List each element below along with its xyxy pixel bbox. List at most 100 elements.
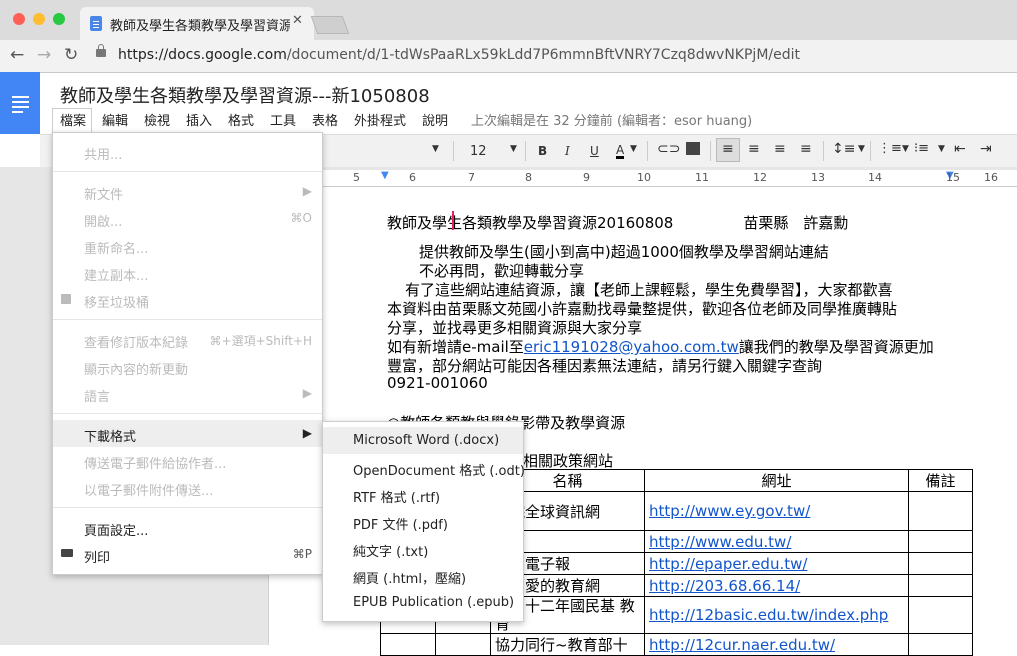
font-dropdown-icon[interactable]: ▼	[432, 144, 439, 154]
menu-insert[interactable]: 插入	[186, 110, 212, 129]
bold-icon[interactable]: B	[538, 144, 547, 158]
menu-file[interactable]: 檔案	[60, 110, 86, 129]
ruler-tick: 7	[468, 171, 475, 184]
docs-favicon-icon	[90, 16, 102, 31]
font-size-select[interactable]: 12	[470, 144, 487, 159]
trash-icon	[61, 294, 71, 304]
numbered-list-dropdown-icon[interactable]: ▼	[902, 144, 909, 154]
align-right-icon[interactable]: ≡	[774, 141, 786, 157]
align-left-icon: ≡	[722, 141, 734, 157]
menu-format[interactable]: 格式	[228, 110, 254, 129]
bulleted-list-icon[interactable]: ⁝≡	[914, 141, 929, 156]
address-bar[interactable]: https://docs.google.com/document/d/1-tdW…	[90, 44, 1010, 68]
increase-indent-icon[interactable]: ⇥	[980, 141, 992, 157]
link-icon[interactable]: ⊂⊃	[657, 141, 680, 157]
forward-arrow-icon[interactable]: →	[37, 45, 51, 65]
menu-edit[interactable]: 編輯	[102, 110, 128, 129]
menu-move-to-trash[interactable]: 移至垃圾桶	[84, 292, 149, 311]
menu-help[interactable]: 說明	[422, 110, 448, 129]
ruler-tick: 16	[984, 171, 998, 184]
menu-see-new-changes[interactable]: 顯示內容的新更動	[84, 359, 188, 378]
menu-view[interactable]: 檢視	[144, 110, 170, 129]
minimize-window-button[interactable]	[33, 13, 45, 25]
table-link[interactable]: http://www.edu.tw/	[649, 533, 791, 551]
history-shortcut: ⌘+選項+Shift+H	[209, 334, 312, 348]
table-link[interactable]: http://203.68.66.14/	[649, 577, 800, 595]
table-cell	[908, 574, 973, 597]
underline-icon[interactable]: U	[590, 144, 599, 158]
line-spacing-icon[interactable]: ↕≡	[832, 141, 855, 157]
menu-share[interactable]: 共用...	[84, 144, 122, 163]
download-pdf[interactable]: PDF 文件 (.pdf)	[353, 514, 448, 533]
menu-email-collaborators[interactable]: 傳送電子郵件給協作者...	[84, 453, 226, 472]
horizontal-ruler[interactable]: ▼ ▼ 5 6 7 8 9 10 11 12 13 14 15 16	[268, 170, 1017, 187]
download-epub[interactable]: EPUB Publication (.epub)	[353, 595, 514, 610]
last-edit-status[interactable]: 上次編輯是在 32 分鐘前 (編輯者：esor huang)	[471, 110, 752, 129]
email-link[interactable]: eric1191028@yahoo.com.tw	[524, 338, 739, 356]
download-html[interactable]: 網頁 (.html，壓縮)	[353, 568, 466, 587]
menu-open[interactable]: 開啟...	[84, 211, 122, 230]
menu-email-attachment[interactable]: 以電子郵件附件傳送...	[84, 480, 213, 499]
table-cell	[908, 596, 973, 634]
menu-make-copy[interactable]: 建立副本...	[84, 265, 148, 284]
download-docx[interactable]: Microsoft Word (.docx)	[353, 433, 499, 448]
menu-language[interactable]: 語言	[84, 386, 110, 405]
text-color-icon[interactable]: A	[616, 144, 625, 159]
reload-icon[interactable]: ↻	[64, 45, 78, 65]
docs-logo-icon[interactable]	[0, 72, 40, 134]
menu-table[interactable]: 表格	[312, 110, 338, 129]
download-odt[interactable]: OpenDocument 格式 (.odt)	[353, 460, 525, 479]
url-path: /document/d/1-tdWsPaaRLx59kLdd7P6mmnBftV…	[286, 47, 800, 63]
menu-version-history[interactable]: 查看修訂版本紀錄	[84, 332, 188, 351]
comment-icon[interactable]	[686, 142, 700, 155]
menu-rename[interactable]: 重新命名...	[84, 238, 148, 257]
submenu-arrow-icon: ▶	[302, 184, 312, 198]
line-spacing-dropdown-icon[interactable]: ▼	[858, 144, 865, 154]
download-txt[interactable]: 純文字 (.txt)	[353, 541, 428, 560]
doc-line: 教師及學生各類教學及學習資源20160808 苗栗縣 許嘉勳	[387, 212, 848, 233]
doc-text: 教師及學生各類教學及學習資源20160808	[387, 214, 674, 232]
table-link[interactable]: http://12basic.edu.tw/index.php	[649, 606, 888, 624]
text-color-dropdown-icon[interactable]: ▼	[630, 144, 637, 154]
menu-tools[interactable]: 工具	[270, 110, 296, 129]
menu-page-setup[interactable]: 頁面設定...	[84, 520, 148, 539]
table-link[interactable]: http://www.ey.gov.tw/	[649, 502, 810, 520]
menu-addons[interactable]: 外掛程式	[354, 110, 406, 129]
menu-print[interactable]: 列印	[84, 547, 110, 566]
menu-new[interactable]: 新文件	[84, 184, 123, 203]
tab-close-icon[interactable]: ✕	[292, 13, 303, 28]
numbered-list-icon[interactable]: ⋮≡	[878, 141, 902, 156]
menu-download-as[interactable]: 下載格式	[84, 426, 136, 445]
maximize-window-button[interactable]	[53, 13, 65, 25]
table-cell	[908, 530, 973, 553]
doc-line: 豐富，部分網站可能因各種因素無法連結，請另行鍵入關鍵字查詢	[387, 357, 823, 375]
ruler-tick: 15	[946, 171, 960, 184]
ruler-tick: 9	[583, 171, 590, 184]
justify-icon[interactable]: ≡	[800, 141, 812, 157]
toolbar-separator	[525, 141, 526, 161]
submenu-arrow-icon: ▶	[302, 386, 312, 400]
new-tab-button[interactable]	[310, 16, 350, 34]
decrease-indent-icon[interactable]: ⇤	[954, 141, 966, 157]
font-size-dropdown-icon[interactable]: ▼	[510, 144, 517, 154]
doc-line: 如有新增請e-mail至eric1191028@yahoo.com.tw讓我們的…	[387, 336, 934, 357]
table-link[interactable]: http://epaper.edu.tw/	[649, 555, 807, 573]
url-domain: https://docs.google.com	[118, 47, 287, 63]
align-center-icon[interactable]: ≡	[748, 141, 760, 157]
bulleted-list-dropdown-icon[interactable]: ▼	[938, 144, 945, 154]
document-title[interactable]: 教師及學生各類教學及學習資源---新1050808	[60, 82, 430, 108]
table-cell	[908, 491, 973, 531]
doc-author: 苗栗縣 許嘉勳	[743, 214, 849, 232]
back-arrow-icon[interactable]: ←	[10, 45, 24, 65]
first-line-indent-marker-icon[interactable]: ▼	[381, 170, 389, 181]
file-menu: 共用... 新文件 ▶ 開啟... ⌘O 重新命名... 建立副本... 移至垃…	[52, 132, 323, 575]
italic-icon[interactable]: I	[565, 144, 570, 158]
download-rtf[interactable]: RTF 格式 (.rtf)	[353, 487, 440, 506]
close-window-button[interactable]	[13, 13, 25, 25]
doc-line: 本資料由苗栗縣文苑國小許嘉勳找尋彙整提供，歡迎各位老師及同學推廣轉貼	[387, 300, 898, 318]
table-cell	[908, 552, 973, 575]
url-text[interactable]: https://docs.google.com/document/d/1-tdW…	[118, 47, 800, 63]
toolbar-separator	[710, 141, 711, 161]
browser-tab[interactable]: 教師及學生各類教學及學習資源 ✕	[80, 7, 314, 40]
ruler-tick: 13	[811, 171, 825, 184]
